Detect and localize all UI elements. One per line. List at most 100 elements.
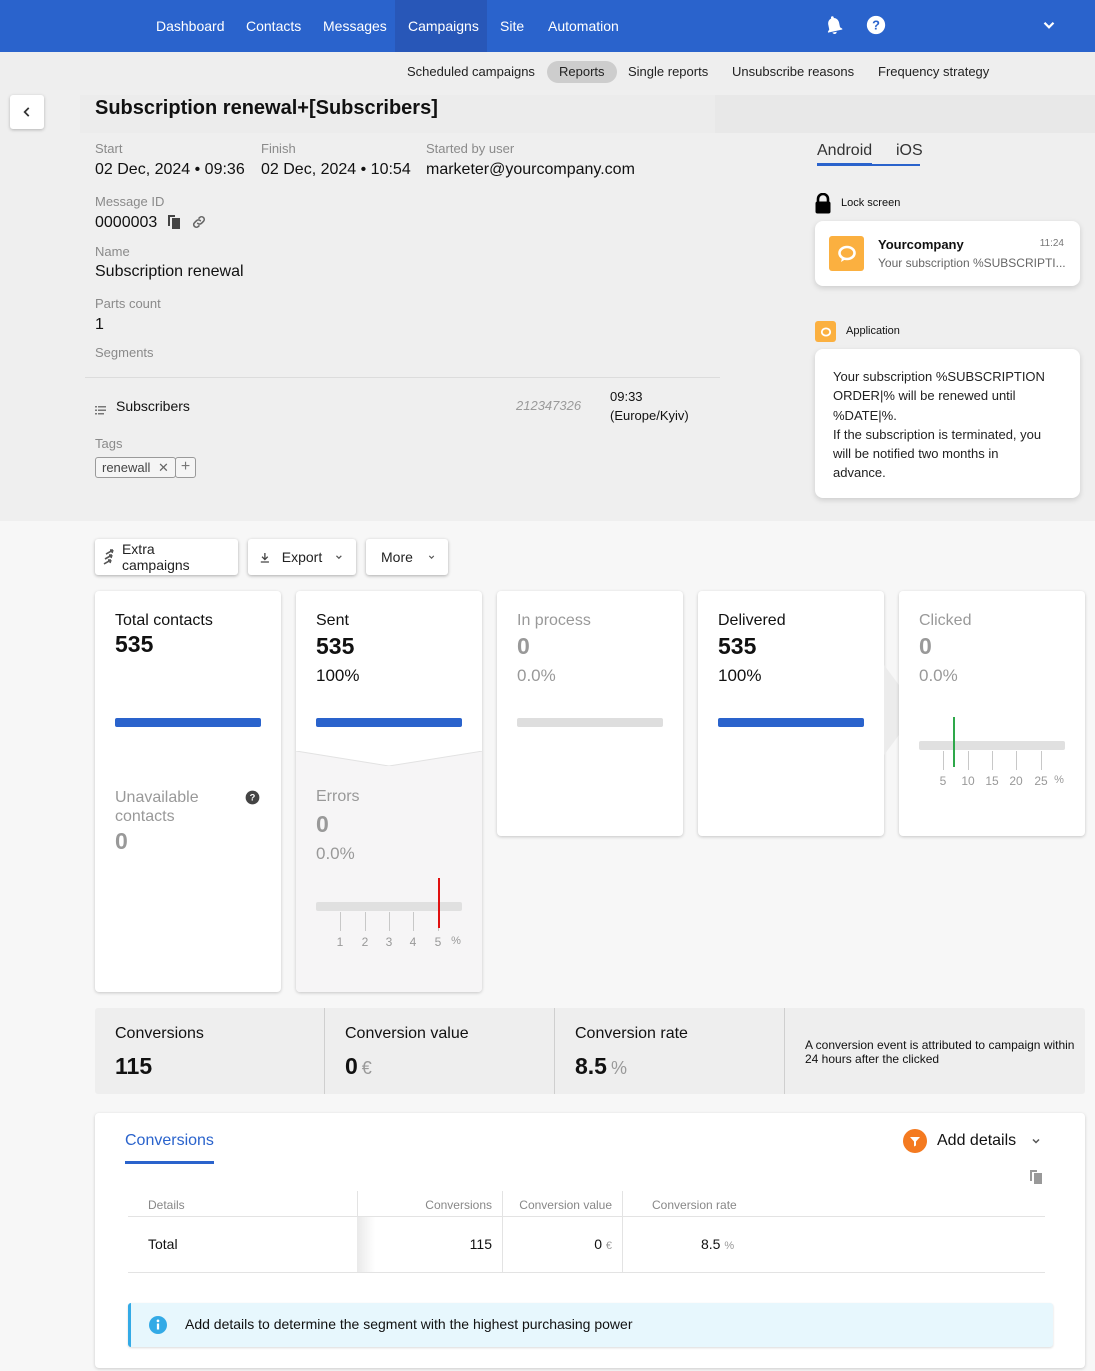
delivered-bar	[718, 718, 864, 727]
conversion-value-amount: 0 €	[345, 1053, 372, 1080]
copy-icon[interactable]	[167, 214, 181, 233]
add-details-label: Add details	[937, 1132, 1017, 1149]
account-menu-chevron-icon[interactable]	[1040, 16, 1062, 38]
segment-name[interactable]: Subscribers	[116, 398, 190, 414]
scale-unit-label: %	[451, 935, 461, 947]
remove-tag-icon[interactable]: ✕	[158, 460, 169, 475]
nav-messages[interactable]: Messages	[310, 0, 400, 52]
add-tag-button[interactable]: +	[175, 457, 196, 478]
help-icon[interactable]: ?	[865, 14, 887, 36]
app-text-line: %DATE|%.	[833, 407, 897, 423]
message-id-value: 0000003	[95, 214, 158, 231]
download-icon	[260, 552, 269, 563]
scale-tick	[943, 751, 944, 770]
help-icon[interactable]: ?	[245, 790, 260, 808]
more-button[interactable]: More	[366, 539, 448, 575]
chat-bubble-icon	[837, 245, 856, 262]
scale-tick	[340, 912, 341, 931]
started-by-value: marketer@yourcompany.com	[426, 161, 635, 178]
application-preview: Your subscription %SUBSCRIPTION ORDER|% …	[815, 349, 1080, 498]
lock-icon	[815, 192, 831, 217]
chevron-left-icon	[23, 107, 30, 117]
value-number: 0	[594, 1236, 602, 1252]
subnav-scheduled-campaigns[interactable]: Scheduled campaigns	[395, 61, 547, 83]
bell-icon[interactable]	[822, 14, 844, 36]
scale-unit-label: %	[1054, 774, 1064, 786]
app-text-line: advance.	[833, 465, 886, 481]
tags-label: Tags	[95, 436, 123, 451]
scale-tick-label: 10	[961, 774, 975, 788]
conversion-rate-number: 8.5	[575, 1053, 607, 1079]
in-process-label: In process	[517, 612, 591, 629]
errors-value: 0	[316, 811, 329, 837]
nav-automation[interactable]: Automation	[535, 0, 632, 52]
scale-tick-label: 5	[434, 935, 442, 949]
tab-android[interactable]: Android	[817, 142, 872, 160]
copy-table-icon[interactable]	[1029, 1169, 1043, 1188]
page-title: Subscription renewal+[Subscribers]	[95, 97, 438, 119]
scale-tick	[413, 912, 414, 931]
nav-campaigns[interactable]: Campaigns	[395, 0, 487, 52]
info-icon	[149, 1316, 167, 1334]
conversion-note: A conversion event is attributed to camp…	[805, 1038, 1075, 1066]
subnav-unsubscribe-reasons[interactable]: Unsubscribe reasons	[720, 61, 866, 83]
scale-tick-label: 1	[336, 935, 344, 949]
finish-label: Finish	[261, 141, 296, 156]
extra-campaigns-icon	[103, 549, 114, 565]
cell-conversion-value: 0 €	[502, 1236, 612, 1252]
scale-tick	[1041, 751, 1042, 770]
export-button[interactable]: Export	[248, 539, 356, 575]
nav-site[interactable]: Site	[487, 0, 537, 52]
tab-ios[interactable]: iOS	[896, 142, 923, 160]
chevron-down-icon	[428, 555, 435, 559]
in-process-card: In process 0 0.0%	[497, 591, 683, 836]
conversion-value-label: Conversion value	[345, 1025, 469, 1042]
notification-text: Your subscription %SUBSCRIPTI...	[878, 256, 1066, 270]
in-process-bar	[517, 718, 663, 727]
column-header-conversion-rate[interactable]: Conversion rate	[652, 1198, 737, 1212]
nav-dashboard[interactable]: Dashboard	[143, 0, 238, 52]
link-icon[interactable]	[191, 214, 207, 233]
separator	[784, 1008, 785, 1094]
conversion-value-cell: Conversion value 0 €	[325, 1008, 554, 1094]
unavailable-contacts-value: 0	[115, 828, 128, 854]
conversion-rate-cell: Conversion rate 8.5%	[555, 1008, 784, 1094]
header-divider	[128, 1216, 1045, 1217]
sent-bar	[316, 718, 462, 727]
scale-tick-label: 5	[939, 774, 947, 788]
top-navigation: Dashboard Contacts Messages Campaigns Si…	[0, 0, 1095, 52]
scale-tick-label: 4	[409, 935, 417, 949]
app-text-line: will be notified two months in	[833, 446, 999, 462]
back-button[interactable]	[10, 95, 44, 129]
subnav-reports[interactable]: Reports	[547, 61, 617, 83]
subnav-frequency-strategy[interactable]: Frequency strategy	[866, 61, 1001, 83]
progress-fill	[718, 718, 864, 727]
nav-contacts[interactable]: Contacts	[233, 0, 314, 52]
rate-number: 8.5	[701, 1236, 721, 1252]
more-label: More	[381, 549, 413, 565]
conversions-label: Conversions	[115, 1025, 204, 1042]
scale-track	[316, 902, 462, 911]
scale-tick	[365, 912, 366, 931]
conversion-value-number: 0	[345, 1053, 358, 1079]
tab-conversions[interactable]: Conversions	[125, 1132, 214, 1150]
column-header-details[interactable]: Details	[148, 1198, 185, 1212]
segments-label: Segments	[95, 345, 154, 360]
delivered-percent: 100%	[718, 666, 762, 685]
scale-tick	[389, 912, 390, 931]
add-details-button[interactable]: Add details	[903, 1129, 1042, 1153]
scale-tick-label: 3	[385, 935, 393, 949]
start-value: 02 Dec, 2024 • 09:36	[95, 161, 245, 178]
in-process-value: 0	[517, 633, 530, 659]
sub-navigation: Scheduled campaigns Reports Single repor…	[0, 52, 1095, 90]
app-text-line: If the subscription is terminated, you	[833, 426, 1042, 442]
errors-label: Errors	[316, 788, 360, 805]
column-header-conversion-value[interactable]: Conversion value	[502, 1198, 612, 1212]
scale-tick-label: 2	[361, 935, 369, 949]
subnav-single-reports[interactable]: Single reports	[616, 61, 720, 83]
application-label: Application	[846, 325, 900, 337]
scale-tick-label: 25	[1034, 774, 1048, 788]
column-header-conversions[interactable]: Conversions	[357, 1198, 492, 1212]
tag-label: renewall	[102, 460, 151, 475]
extra-campaigns-button[interactable]: Extra campaigns	[95, 539, 238, 575]
